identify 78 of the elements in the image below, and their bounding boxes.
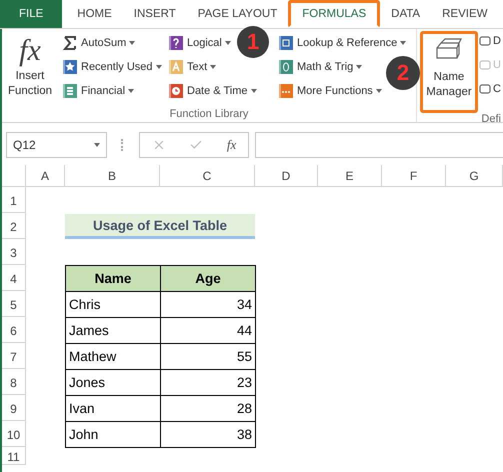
sheet-title: Usage of Excel Table — [65, 214, 255, 239]
drag-handle[interactable] — [121, 139, 125, 151]
group-label: Defi — [480, 113, 501, 127]
table-cell: John — [66, 422, 160, 448]
lookup-book-icon — [278, 35, 294, 51]
column-header[interactable]: B — [65, 165, 160, 187]
label-icon — [479, 83, 491, 95]
function-category-button[interactable]: AutoSum — [62, 33, 136, 53]
caret-icon — [156, 65, 162, 69]
column-header[interactable]: E — [318, 165, 382, 187]
table-cell: 44 — [160, 318, 256, 344]
function-category-button[interactable]: Math & Trig — [278, 57, 362, 77]
column-header[interactable]: G — [446, 165, 503, 187]
function-category-button[interactable]: Recently Used — [62, 57, 162, 77]
formula-input[interactable] — [255, 132, 503, 158]
function-category-button[interactable]: Financial — [62, 81, 134, 101]
function-category-button[interactable]: More Functions — [278, 81, 382, 101]
row-header[interactable]: 4 — [2, 265, 26, 291]
step-badge: 2 — [386, 56, 420, 90]
table-header-cell: Name — [66, 266, 160, 292]
insert-function-button[interactable]: fx Insert Function — [2, 33, 58, 108]
label-icon — [479, 59, 491, 71]
row-header[interactable]: 5 — [2, 291, 26, 317]
table-cell: 28 — [160, 396, 256, 422]
group-label: Function Library — [168, 108, 250, 122]
label-icon — [479, 35, 491, 47]
defined-name-command[interactable]: D — [479, 31, 501, 51]
clock-book-icon — [168, 83, 184, 99]
question-book-icon — [168, 35, 184, 51]
defined-name-command[interactable]: C — [479, 79, 501, 99]
function-category-button[interactable]: Lookup & Reference — [278, 33, 406, 53]
function-category-button[interactable]: Date & Time — [168, 81, 257, 101]
caret-icon — [356, 65, 362, 69]
caret-icon — [250, 89, 257, 93]
letter-book-icon — [168, 59, 184, 75]
row-header[interactable]: 9 — [2, 395, 26, 421]
file-tab[interactable]: FILE — [0, 0, 62, 28]
row-header[interactable]: 2 — [2, 213, 26, 239]
table-cell: 38 — [160, 422, 256, 448]
row-header[interactable]: 1 — [2, 187, 26, 213]
caret-icon — [94, 143, 100, 147]
select-all-corner[interactable] — [2, 165, 26, 187]
caret-icon — [400, 41, 406, 45]
row-header[interactable]: 3 — [2, 239, 26, 265]
column-header[interactable]: A — [26, 165, 65, 187]
column-header[interactable]: C — [160, 165, 255, 187]
row-header[interactable]: 10 — [2, 421, 26, 447]
caret-icon — [376, 89, 382, 93]
table-cell: Jones — [66, 370, 160, 396]
column-header[interactable]: D — [255, 165, 318, 187]
table-cell: 23 — [160, 370, 256, 396]
row-header[interactable]: 7 — [2, 343, 26, 369]
row-header[interactable]: 8 — [2, 369, 26, 395]
table-cell: Chris — [66, 292, 160, 318]
insert-function-button[interactable]: fx — [226, 137, 236, 153]
ledger-icon — [62, 83, 78, 99]
table-cell: James — [66, 318, 160, 344]
function-category-button[interactable]: Text — [168, 57, 216, 77]
math-book-icon — [278, 59, 294, 75]
table-header-cell: Age — [160, 266, 256, 292]
caret-icon — [128, 89, 134, 93]
table-cell: Mathew — [66, 344, 160, 370]
column-header[interactable]: F — [382, 165, 446, 187]
caret-icon — [210, 65, 216, 69]
step-badge: 1 — [237, 26, 269, 58]
name-manager-button[interactable]: Name Manager — [420, 31, 478, 113]
table-cell: Ivan — [66, 396, 160, 422]
row-header[interactable]: 11 — [2, 447, 26, 465]
function-category-button[interactable]: Logical — [168, 33, 231, 53]
table-cell: 34 — [160, 292, 256, 318]
ribbon-tab[interactable]: FORMULAS — [288, 0, 380, 28]
caret-icon — [129, 41, 136, 45]
table-cell: 55 — [160, 344, 256, 370]
sigma-icon — [62, 35, 78, 51]
caret-icon — [224, 41, 231, 45]
name-box[interactable]: Q12 — [6, 132, 107, 158]
row-header[interactable]: 6 — [2, 317, 26, 343]
ellipsis-book-icon — [278, 83, 294, 99]
